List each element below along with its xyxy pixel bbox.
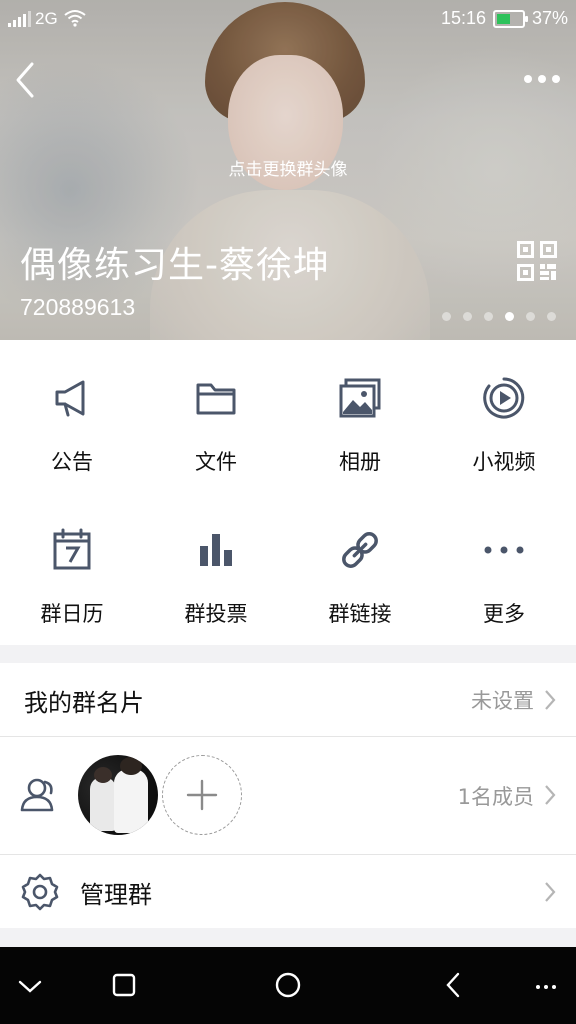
manage-group-label: 管理群 (80, 881, 152, 909)
page-dot (526, 312, 535, 321)
feature-label: 小视频 (472, 450, 536, 474)
page-dot (484, 312, 493, 321)
nav-more-button[interactable] (528, 969, 564, 1003)
recent-apps-button[interactable] (106, 969, 142, 1003)
battery-icon (493, 10, 528, 28)
my-group-card-label: 我的群名片 (24, 689, 144, 717)
member-count: 1名成员 (457, 785, 534, 809)
group-header[interactable]: 2G 15:16 37% 点击更换群头像 偶像练习生-蔡徐坤 720889613 (0, 0, 576, 340)
feature-files[interactable]: 文件 (144, 340, 288, 490)
chevron-right-icon (545, 882, 556, 902)
feature-label: 更多 (483, 602, 525, 626)
chevron-right-icon (545, 690, 556, 710)
page-dot (442, 312, 451, 321)
network-type: 2G (35, 9, 58, 28)
section-separator (0, 645, 576, 663)
battery-level (497, 14, 510, 24)
change-avatar-hint[interactable]: 点击更换群头像 (0, 155, 576, 180)
status-bar: 2G 15:16 37% (0, 0, 576, 38)
system-nav-bar (0, 947, 576, 1024)
more-options-button[interactable] (520, 66, 564, 92)
gear-icon (21, 873, 59, 911)
members-icon (20, 778, 54, 812)
calendar-icon (53, 528, 91, 570)
back-nav-button[interactable] (436, 969, 472, 1003)
feature-label: 群投票 (184, 602, 248, 626)
link-icon (342, 532, 378, 568)
page-dot (463, 312, 472, 321)
poll-icon (200, 534, 232, 566)
chevron-down-icon[interactable] (12, 969, 48, 1003)
feature-album[interactable]: 相册 (288, 340, 432, 490)
qr-code-icon[interactable] (517, 241, 557, 281)
my-group-card-row[interactable]: 我的群名片 未设置 (0, 663, 576, 736)
video-icon (483, 377, 525, 419)
wifi-icon (64, 10, 86, 27)
group-id: 720889613 (20, 294, 136, 320)
feature-label: 公告 (51, 450, 93, 474)
album-icon (339, 378, 381, 418)
page-dot (547, 312, 556, 321)
group-name: 偶像练习生-蔡徐坤 (20, 245, 330, 286)
back-button[interactable] (8, 58, 44, 102)
feature-label: 文件 (195, 450, 237, 474)
manage-group-row[interactable]: 管理群 (0, 855, 576, 928)
feature-group-calendar[interactable]: 群日历 (0, 492, 144, 642)
more-icon (484, 546, 524, 554)
clock: 15:16 (441, 8, 487, 28)
battery-percent: 37% (532, 8, 569, 28)
page-dot (505, 312, 514, 321)
my-group-card-value: 未设置 (471, 689, 534, 713)
feature-short-video[interactable]: 小视频 (432, 340, 576, 490)
signal-icon (8, 11, 31, 27)
feature-announcement[interactable]: 公告 (0, 340, 144, 490)
feature-more[interactable]: 更多 (432, 492, 576, 642)
feature-label: 群链接 (328, 602, 392, 626)
feature-grid: 公告 文件 相册 小视频 群日历 群投票 群链接 更多 (0, 340, 576, 645)
plus-icon (186, 779, 218, 811)
feature-group-poll[interactable]: 群投票 (144, 492, 288, 642)
feature-label: 相册 (339, 450, 381, 474)
chevron-right-icon (545, 785, 556, 805)
folder-icon (196, 383, 236, 415)
megaphone-icon (55, 380, 85, 417)
feature-label: 群日历 (40, 602, 104, 626)
add-member-button[interactable] (162, 755, 242, 835)
home-button[interactable] (270, 969, 306, 1003)
feature-group-link[interactable]: 群链接 (288, 492, 432, 642)
member-avatar[interactable] (78, 755, 158, 835)
